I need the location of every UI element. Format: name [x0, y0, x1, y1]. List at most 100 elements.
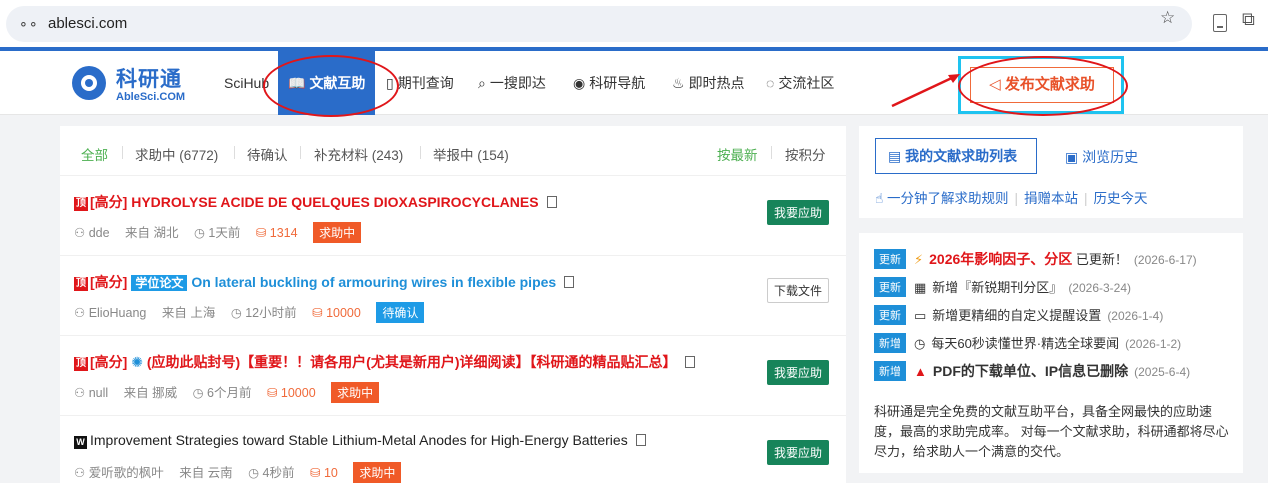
- filter-reporting[interactable]: 举报中 (154): [433, 144, 509, 164]
- donate-link[interactable]: 捐赠本站: [1024, 191, 1078, 206]
- news-item[interactable]: 更新 ▭ 新增更精细的自定义提醒设置 (2026-1-4): [874, 305, 1163, 325]
- user-name[interactable]: ⚇ 爱听歌的枫叶: [74, 466, 164, 480]
- nav-journal-search[interactable]: ▯ 期刊查询: [386, 51, 454, 115]
- book-icon: 📖: [288, 75, 306, 91]
- request-list-panel: 全部 求助中 (6772) 待确认 补充材料 (243) 举报中 (154) 按…: [60, 126, 846, 483]
- news-item[interactable]: 更新 ⚡ 2026年影响因子、分区 已更新！ (2026-6-17): [874, 249, 1197, 269]
- location: 来自 挪威: [123, 386, 178, 400]
- my-requests-panel: ▤ 我的文献求助列表 ▣ 浏览历史 ☝ 一分钟了解求助规则 | 捐赠本站 | 历史今天: [859, 126, 1243, 218]
- post-time: ◷ 6个月前: [192, 386, 252, 400]
- logo-text[interactable]: 科研通: [116, 63, 182, 93]
- filter-all[interactable]: 全部: [81, 144, 108, 164]
- sort-latest[interactable]: 按最新: [717, 144, 758, 164]
- history-today-link[interactable]: 历史今天: [1094, 191, 1148, 206]
- list-item: 顶 [高分] 学位论文 On lateral buckling of armourin…: [60, 256, 846, 336]
- news-item[interactable]: 新增 ◷ 每天60秒读懂世界·精选全球要闻 (2026-1-2): [874, 333, 1181, 353]
- url-text[interactable]: ablesci.com: [48, 15, 127, 32]
- nav-community[interactable]: ◌ 交流社区: [766, 51, 834, 115]
- sort-points[interactable]: 按积分: [785, 144, 826, 164]
- user-name[interactable]: ⚇ null: [74, 386, 108, 400]
- site-info-icon[interactable]: ⚬⚬: [18, 17, 39, 33]
- status-badge: 求助中: [331, 382, 380, 403]
- nav-literature-help[interactable]: 📖 文献互助: [278, 51, 376, 115]
- message-icon: ▭: [914, 308, 927, 323]
- history-icon: ▣: [1065, 149, 1083, 165]
- post-title[interactable]: HYDROLYSE ACIDE DE QUELQUES DIOXASPIROCY…: [131, 194, 538, 210]
- coin-reward: ⛁ 10000: [266, 386, 316, 400]
- document-icon: [684, 356, 695, 368]
- list-icon: ▤: [888, 148, 906, 164]
- location: 来自 云南: [179, 466, 233, 480]
- hand-icon: ☝: [875, 191, 887, 206]
- search-icon: ⌕: [478, 75, 486, 91]
- list-item: 顶 [高分] ✺ (应助此贴封号)【重要！！请各用户(尤其是新用户)详细阅读】【科…: [60, 336, 846, 416]
- logo-subtext: AbleSci.COM: [116, 91, 186, 103]
- fire-icon: ♨: [672, 75, 685, 91]
- help-button[interactable]: 我要应助: [766, 360, 829, 385]
- journal-icon: ▯: [386, 75, 394, 91]
- post-time: ◷ 1天前: [194, 226, 241, 240]
- nav-hot-topics[interactable]: ♨ 即时热点: [672, 51, 745, 115]
- post-time: ◷ 12小时前: [230, 306, 297, 320]
- high-score-tag: [高分]: [90, 274, 128, 290]
- pinned-badge: 顶: [74, 357, 88, 371]
- post-title[interactable]: On lateral buckling of armouring wires i…: [191, 274, 556, 290]
- nav-quick-search[interactable]: ⌕ 一搜即达: [478, 51, 546, 115]
- coin-reward: ⛁ 1314: [255, 226, 298, 240]
- news-badge: 新增: [874, 361, 906, 381]
- filter-pending[interactable]: 待确认: [247, 144, 288, 164]
- pdf-icon: ▲: [914, 364, 927, 379]
- reading-mode-icon[interactable]: [1213, 14, 1227, 32]
- my-requests-button[interactable]: ▤ 我的文献求助列表: [875, 138, 1037, 174]
- coin-reward: ⛁ 10: [309, 466, 338, 480]
- high-score-tag: [高分]: [90, 194, 128, 210]
- post-time: ◷ 4秒前: [248, 466, 295, 480]
- send-icon: ◁: [989, 76, 1005, 93]
- browser-bar: ⚬⚬ ablesci.com ☆ ⧉: [0, 0, 1268, 50]
- document-icon: [546, 196, 557, 208]
- wiley-icon: W: [74, 436, 87, 449]
- logo-icon[interactable]: [72, 66, 106, 100]
- coin-reward: ⛁ 10000: [312, 306, 361, 320]
- help-button[interactable]: 我要应助: [766, 200, 829, 225]
- location: 来自 上海: [161, 306, 216, 320]
- news-badge: 更新: [874, 305, 906, 325]
- filter-seeking[interactable]: 求助中 (6772): [135, 144, 218, 164]
- news-item[interactable]: 更新 ▦ 新增『新锐期刊分区』 (2026-3-24): [874, 277, 1131, 297]
- download-button[interactable]: 下载文件: [766, 278, 829, 303]
- bookmark-star-icon[interactable]: ☆: [1160, 8, 1175, 28]
- post-title[interactable]: (应助此贴封号)【重要！！请各用户(尤其是新用户)详细阅读】【科研通的精品贴汇总…: [147, 354, 677, 370]
- extensions-icon[interactable]: ⧉: [1242, 9, 1255, 30]
- rules-link[interactable]: 一分钟了解求助规则: [887, 191, 1009, 206]
- list-item: W Improvement Strategies toward Stable Li…: [60, 416, 846, 483]
- news-badge: 更新: [874, 277, 906, 297]
- post-title[interactable]: Improvement Strategies toward Stable Lit…: [90, 432, 628, 448]
- nav-scihub[interactable]: SciHub: [224, 51, 269, 115]
- pinned-badge: 顶: [74, 197, 88, 211]
- nav-research-nav[interactable]: ◉ 科研导航: [573, 51, 645, 115]
- publish-request-button[interactable]: ◁ 发布文献求助: [970, 67, 1114, 103]
- high-score-tag: [高分]: [90, 354, 128, 370]
- location: 来自 湖北: [125, 226, 179, 240]
- document-icon: [635, 434, 646, 446]
- pinned-badge: 顶: [74, 277, 88, 291]
- lightning-icon: ⚡: [914, 252, 924, 267]
- thesis-badge: 学位论文: [131, 275, 188, 291]
- globe-icon: ◉: [573, 75, 586, 91]
- status-badge: 求助中: [313, 222, 362, 243]
- user-name[interactable]: ⚇ dde: [74, 226, 110, 240]
- filter-supplement[interactable]: 补充材料 (243): [314, 144, 403, 164]
- user-name[interactable]: ⚇ ElioHuang: [74, 306, 146, 320]
- filter-bar: 全部 求助中 (6772) 待确认 补充材料 (243) 举报中 (154) 按…: [60, 126, 846, 176]
- status-badge: 待确认: [376, 302, 425, 323]
- clock-icon: ◷: [914, 336, 926, 351]
- help-button[interactable]: 我要应助: [766, 440, 829, 465]
- browse-history-link[interactable]: ▣ 浏览历史: [1065, 147, 1138, 167]
- address-bar[interactable]: ⚬⚬ ablesci.com: [6, 6, 1192, 42]
- status-badge: 求助中: [353, 462, 402, 483]
- site-description: 科研通是完全免费的文献互助平台，具备全网最快的应助速度，最高的求助完成率。 对每…: [874, 404, 1229, 459]
- chat-icon: ◌: [766, 75, 775, 91]
- announcements-panel: 更新 ⚡ 2026年影响因子、分区 已更新！ (2026-6-17) 更新 ▦ 新增『新锐…: [859, 233, 1243, 473]
- logo-small-icon: ✺: [131, 354, 143, 370]
- news-item[interactable]: 新增 ▲ PDF的下载单位、IP信息已删除 (2025-6-4): [874, 361, 1190, 381]
